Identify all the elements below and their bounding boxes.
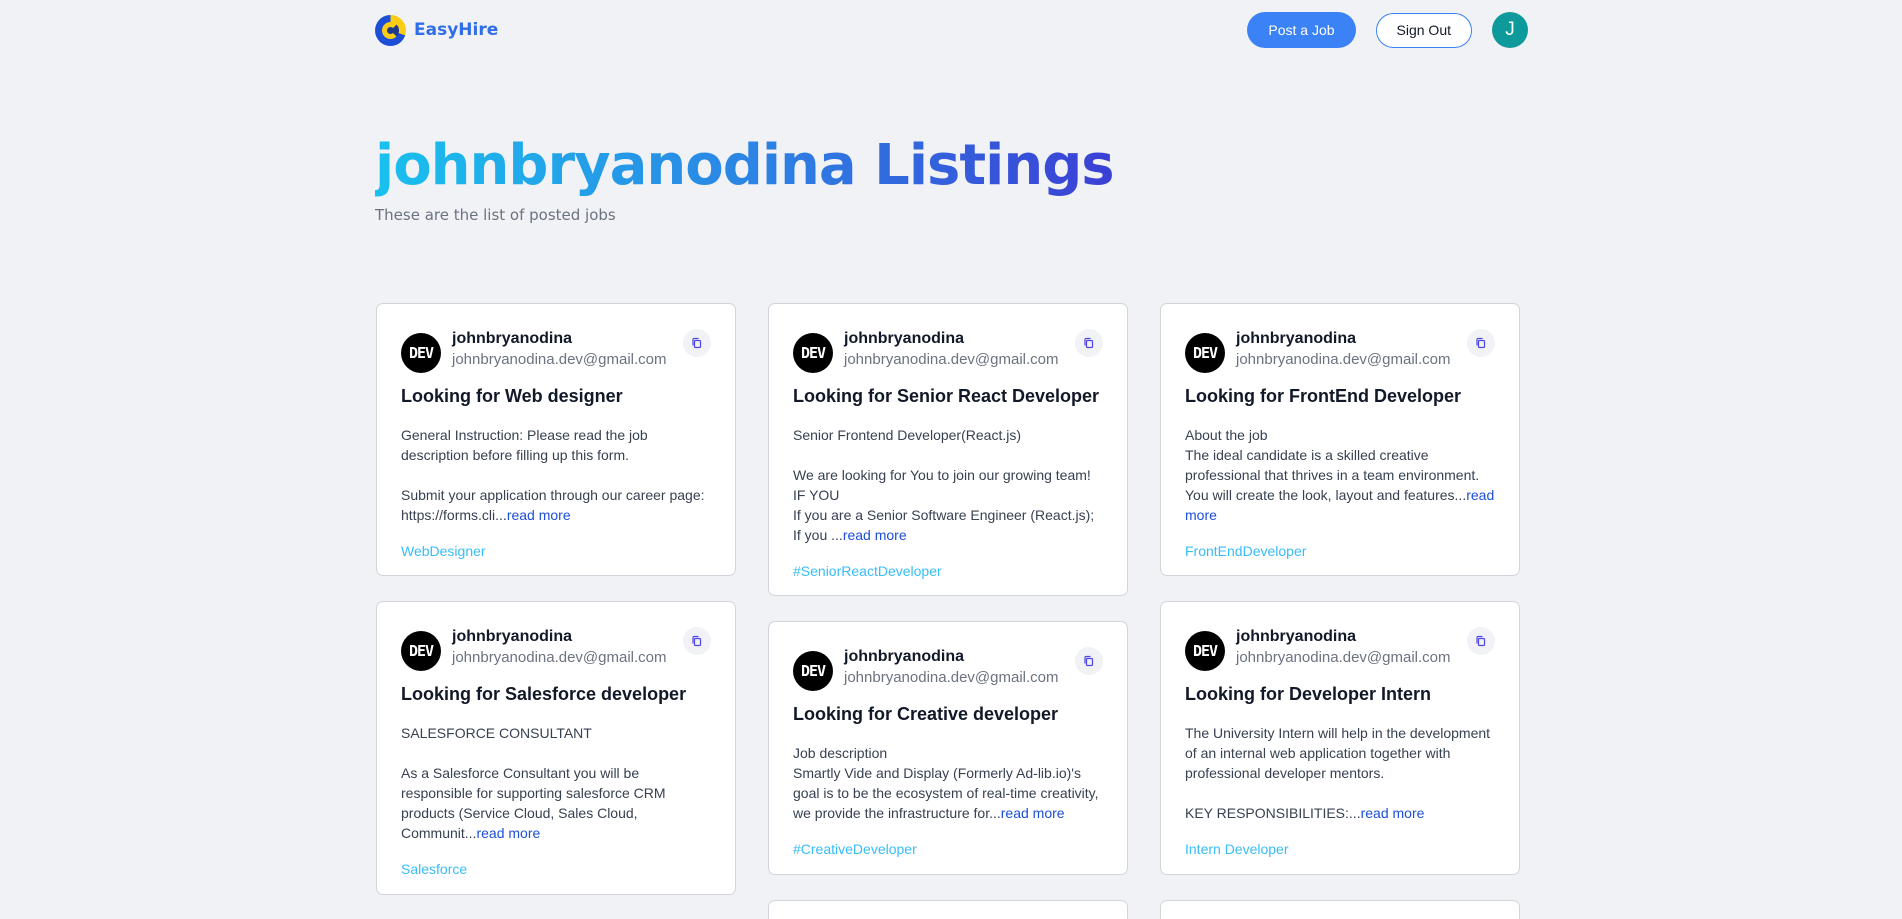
job-tag[interactable]: Intern Developer: [1185, 839, 1495, 859]
description-line: of an internal web application together …: [1185, 745, 1451, 761]
job-title: Looking for Creative developer: [793, 704, 1059, 724]
brand-name: EasyHire: [414, 20, 499, 40]
copy-link-icon[interactable]: [1075, 329, 1103, 357]
description-line: [401, 743, 711, 763]
description-line: https://forms.cli...read more: [401, 507, 571, 523]
job-description: General Instruction: Please read the job…: [401, 425, 711, 525]
job-description: Job description Smartly Vide and Display…: [793, 743, 1103, 823]
description-line: General Instruction: Please read the job: [401, 427, 648, 443]
description-line: Senior Frontend Developer(React.js): [793, 427, 1021, 443]
description-line: responsible for supporting salesforce CR…: [401, 785, 666, 801]
copy-link-icon[interactable]: [1075, 647, 1103, 675]
copy-link-icon[interactable]: [1467, 329, 1495, 357]
job-title: Looking for FrontEnd Developer: [1185, 386, 1462, 406]
easyhire-logo-icon: [375, 14, 406, 46]
job-tag[interactable]: WebDesigner: [401, 541, 711, 561]
dev-logo-icon: DEV: [401, 631, 441, 671]
description-line: Submit your application through our care…: [401, 487, 705, 503]
job-description: About the job The ideal candidate is a s…: [1185, 425, 1495, 525]
description-line: description before filling up this form.: [401, 447, 629, 463]
description-line: Communit...read more: [401, 825, 541, 841]
top-navbar: EasyHire Post a Job Sign Out J: [375, 0, 1528, 60]
job-title: Looking for Developer Intern: [1185, 684, 1432, 704]
description-line: Smartly Vide and Display (Formerly Ad-li…: [793, 765, 1081, 781]
description-line: Job description: [793, 745, 888, 761]
description-line: goal is to be the ecosystem of real-time…: [793, 785, 1099, 801]
read-more-link[interactable]: read more: [1001, 805, 1065, 821]
user-avatar[interactable]: J: [1492, 12, 1528, 48]
description-line: We are looking for You to join our growi…: [793, 467, 1091, 483]
copy-link-icon[interactable]: [683, 329, 711, 357]
description-line: As a Salesforce Consultant you will be: [401, 765, 640, 781]
author-email: johnbryanodina.dev@gmail.com: [844, 351, 1059, 368]
post-job-button[interactable]: Post a Job: [1247, 12, 1356, 48]
job-card[interactable]: DEV johnbryanodina johnbryanodina.dev@gm…: [768, 621, 1128, 875]
job-card[interactable]: DEV johnbryanodina johnbryanodina.dev@gm…: [1160, 303, 1520, 576]
brand[interactable]: EasyHire: [375, 14, 499, 46]
description-line: SALESFORCE CONSULTANT: [401, 725, 592, 741]
description-line: [793, 445, 1103, 465]
copy-link-icon[interactable]: [1467, 627, 1495, 655]
page-subtitle: These are the list of posted jobs: [375, 206, 616, 224]
description-line: [401, 465, 711, 485]
description-line: IF YOU: [793, 487, 840, 503]
job-description: The University Intern will help in the d…: [1185, 723, 1495, 823]
author-email: johnbryanodina.dev@gmail.com: [452, 351, 667, 368]
read-more-link[interactable]: read more: [476, 825, 540, 841]
description-line: professional that thrives in a team envi…: [1185, 467, 1480, 483]
author-email: johnbryanodina.dev@gmail.com: [844, 669, 1059, 686]
author-email: johnbryanodina.dev@gmail.com: [1236, 351, 1451, 368]
job-tag[interactable]: #CreativeDeveloper: [793, 839, 1103, 859]
description-line: The University Intern will help in the d…: [1185, 725, 1491, 741]
job-card[interactable]: DEV johnbryanodina johnbryanodina.dev@gm…: [376, 303, 736, 576]
job-card[interactable]: DEV johnbryanodina johnbryanodina.dev@gm…: [768, 303, 1128, 596]
read-more-link[interactable]: read more: [843, 527, 907, 543]
dev-logo-icon: DEV: [793, 333, 833, 373]
job-title: Looking for Salesforce developer: [401, 684, 687, 704]
description-line: If you are a Senior Software Engineer (R…: [793, 507, 1095, 523]
dev-logo-icon: DEV: [401, 333, 441, 373]
description-line: If you ...read more: [793, 527, 907, 543]
author-name: johnbryanodina: [452, 330, 572, 347]
job-card[interactable]: DEV johnbryanodina johnbryanodina.dev@gm…: [376, 601, 736, 895]
dev-logo-icon: DEV: [1185, 631, 1225, 671]
author-email: johnbryanodina.dev@gmail.com: [1236, 649, 1451, 666]
description-line: You will create the look, layout and fea…: [1185, 487, 1495, 523]
job-tag[interactable]: Salesforce: [401, 859, 711, 879]
author-name: johnbryanodina: [844, 330, 964, 347]
job-description: SALESFORCE CONSULTANT As a Salesforce Co…: [401, 723, 711, 843]
description-line: About the job: [1185, 427, 1268, 443]
description-line: [1185, 783, 1495, 803]
copy-link-icon[interactable]: [683, 627, 711, 655]
description-line: professional developer mentors.: [1185, 765, 1385, 781]
job-card[interactable]: [768, 900, 1128, 919]
job-tag[interactable]: #SeniorReactDeveloper: [793, 561, 1103, 581]
author-name: johnbryanodina: [844, 648, 964, 665]
dev-logo-icon: DEV: [793, 651, 833, 691]
description-line: The ideal candidate is a skilled creativ…: [1185, 447, 1429, 463]
author-name: johnbryanodina: [452, 628, 572, 645]
job-card[interactable]: DEV johnbryanodina johnbryanodina.dev@gm…: [1160, 601, 1520, 875]
job-description: Senior Frontend Developer(React.js) We a…: [793, 425, 1103, 545]
job-title: Looking for Web designer: [401, 386, 623, 406]
description-line: we provide the infrastructure for...read…: [793, 805, 1065, 821]
dev-logo-icon: DEV: [1185, 333, 1225, 373]
read-more-link[interactable]: read more: [1361, 805, 1425, 821]
sign-out-button[interactable]: Sign Out: [1375, 12, 1472, 48]
job-title: Looking for Senior React Developer: [793, 386, 1100, 406]
job-card[interactable]: [1160, 900, 1520, 919]
description-line: products (Service Cloud, Sales Cloud,: [401, 805, 638, 821]
page-heading: johnbryanodina Listings These are the li…: [375, 128, 1115, 224]
page-title: johnbryanodina Listings: [375, 128, 1115, 204]
author-name: johnbryanodina: [1236, 330, 1356, 347]
author-name: johnbryanodina: [1236, 628, 1356, 645]
job-tag[interactable]: FrontEndDeveloper: [1185, 541, 1495, 561]
author-email: johnbryanodina.dev@gmail.com: [452, 649, 667, 666]
read-more-link[interactable]: read more: [507, 507, 571, 523]
description-line: KEY RESPONSIBILITIES:...read more: [1185, 805, 1425, 821]
